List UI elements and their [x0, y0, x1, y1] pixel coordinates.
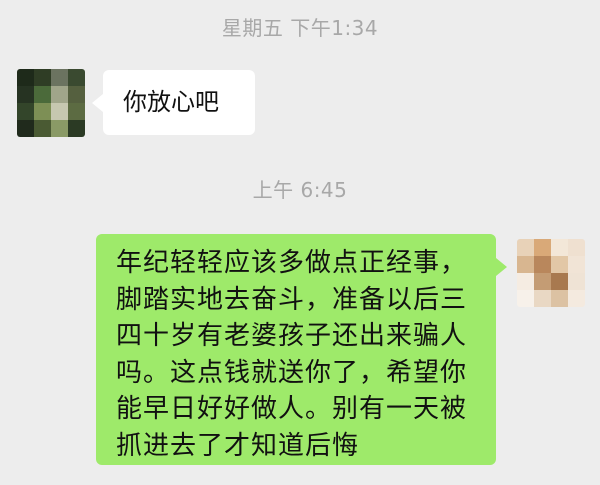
avatar-mosaic-pixel [68, 103, 85, 120]
avatar-mosaic-pixel [568, 273, 585, 290]
message-text-line: 能早日好好做人。别有一天被 [116, 394, 468, 424]
message-text-line: 四十岁有老婆孩子还出来骗人 [116, 321, 468, 351]
avatar-mosaic-pixel [517, 290, 534, 307]
avatar-mosaic-pixel [534, 256, 551, 273]
avatar-mosaic-pixel [17, 86, 34, 103]
avatar-mosaic-pixel [34, 120, 51, 137]
self-avatar[interactable] [517, 239, 585, 307]
incoming-message-bubble[interactable]: 你放心吧 [92, 70, 255, 135]
avatar-mosaic-pixel [551, 256, 568, 273]
avatar-mosaic-pixel [51, 86, 68, 103]
avatar-mosaic-pixel [568, 256, 585, 273]
timestamp: 星期五 下午1:34 [221, 16, 379, 40]
avatar-mosaic-pixel [34, 69, 51, 86]
message-text: 你放心吧 [123, 88, 219, 116]
avatar-mosaic-pixel [517, 256, 534, 273]
timestamp: 上午 6:45 [252, 178, 348, 202]
avatar-mosaic-pixel [34, 103, 51, 120]
avatar-mosaic-pixel [551, 290, 568, 307]
message-text-line: 吗。这点钱就送你了，希望你 [116, 357, 468, 388]
avatar-mosaic-pixel [517, 273, 534, 290]
avatar-mosaic-pixel [51, 69, 68, 86]
avatar-mosaic-pixel [68, 86, 85, 103]
message-text-line: 脚踏实地去奋斗，准备以后三 [116, 284, 468, 315]
message-text-line: 年纪轻轻应该多做点正经事， [116, 248, 468, 278]
avatar-mosaic-pixel [17, 120, 34, 137]
avatar-mosaic-pixel [517, 239, 534, 256]
outgoing-message-bubble[interactable]: 年纪轻轻应该多做点正经事， 脚踏实地去奋斗，准备以后三 四十岁有老婆孩子还出来骗… [96, 234, 507, 465]
avatar-mosaic-pixel [568, 290, 585, 307]
avatar-mosaic-pixel [34, 86, 51, 103]
avatar-mosaic-pixel [568, 239, 585, 256]
contact-avatar[interactable] [17, 69, 85, 137]
message-text-line: 抓进去了才知道后悔 [116, 430, 360, 461]
avatar-mosaic-pixel [551, 239, 568, 256]
avatar-mosaic-pixel [68, 120, 85, 137]
avatar-mosaic-pixel [17, 69, 34, 86]
avatar-mosaic-pixel [51, 120, 68, 137]
avatar-mosaic-pixel [551, 273, 568, 290]
avatar-mosaic-pixel [534, 239, 551, 256]
avatar-mosaic-pixel [68, 69, 85, 86]
avatar-mosaic-pixel [17, 103, 34, 120]
avatar-mosaic-pixel [534, 290, 551, 307]
avatar-mosaic-pixel [534, 273, 551, 290]
avatar-mosaic-pixel [51, 103, 68, 120]
